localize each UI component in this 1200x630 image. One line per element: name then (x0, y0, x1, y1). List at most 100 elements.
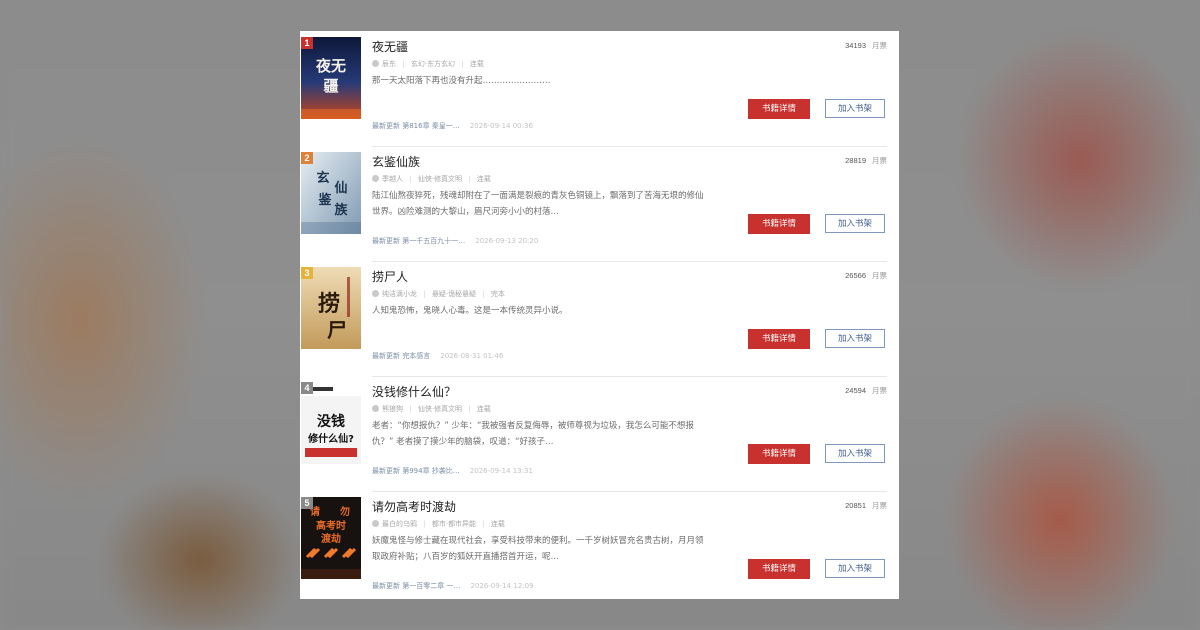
status-text: 连载 (469, 60, 484, 68)
latest-update: 最新更新 第一百零二章 一… 2026-09-14 12:09 (372, 581, 534, 591)
cover-title-text: 族 (334, 202, 348, 218)
book-row: 没钱 修什么仙? 4 没钱修什么仙？ 熊狼狗 | 仙侠·修真文明 | 连载 老者… (300, 376, 899, 492)
add-to-shelf-button[interactable]: 加入书架 (825, 559, 885, 578)
genre-tag[interactable]: 悬疑 (432, 290, 446, 298)
monthly-votes: 28819 月票 (845, 155, 887, 166)
author-icon (372, 520, 379, 527)
votes-unit: 月票 (872, 271, 887, 280)
votes-unit: 月票 (872, 501, 887, 510)
subgenre-tag[interactable]: 都市异能 (448, 520, 476, 528)
rank-badge: 2 (301, 152, 313, 164)
update-date: 2026-09-14 13:31 (469, 467, 533, 475)
cover-title-text: 夜无 (315, 57, 346, 75)
book-title[interactable]: 夜无疆 (372, 38, 408, 55)
book-cover[interactable]: 夜无 疆 (301, 37, 361, 119)
book-title[interactable]: 请勿高考时渡劫 (372, 498, 456, 515)
book-cover[interactable]: 玄 仙 鉴 族 (301, 152, 361, 234)
book-row: 捞 尸 3 捞尸人 纯洁滴小龙 | 悬疑·诡秘悬疑 | 完本 人知鬼恐怖，鬼晓人… (300, 261, 899, 377)
subgenre-tag[interactable]: 东方玄幻 (427, 60, 455, 68)
book-details-button[interactable]: 书籍详情 (748, 559, 810, 579)
monthly-votes: 34193 月票 (845, 40, 887, 51)
add-to-shelf-button[interactable]: 加入书架 (825, 99, 885, 118)
votes-count: 20851 (845, 501, 866, 510)
status-text: 连载 (476, 405, 491, 413)
book-details-button[interactable]: 书籍详情 (748, 214, 810, 234)
votes-unit: 月票 (872, 386, 887, 395)
latest-update: 最新更新 第一千五百九十一… 2026-09-13 20:20 (372, 236, 538, 246)
add-to-shelf-button[interactable]: 加入书架 (825, 214, 885, 233)
book-description: 陆江仙熬夜猝死，残魂却附在了一面满是裂痕的青灰色铜镜上，飘落到了苦海无垠的修仙世… (372, 191, 704, 217)
author-name[interactable]: 熊狼狗 (382, 405, 403, 413)
author-name[interactable]: 季越人 (382, 175, 403, 183)
book-row: 夜无 疆 1 夜无疆 辰东 | 玄幻·东方玄幻 | 连载 那一天太阳落下再也没有… (300, 31, 899, 147)
book-meta: 熊狼狗 | 仙侠·修真文明 | 连载 (372, 404, 491, 414)
book-cover[interactable]: 捞 尸 (301, 267, 361, 349)
cover-title-text: 勿 (339, 505, 350, 518)
latest-chapter-link[interactable]: 最新更新 第一百零二章 一… (372, 582, 460, 590)
author-icon (372, 290, 379, 297)
latest-update: 最新更新 完本感言 2026-08-31 01:46 (372, 351, 503, 361)
subgenre-tag[interactable]: 修真文明 (434, 175, 462, 183)
book-row: 玄 仙 鉴 族 2 玄鉴仙族 季越人 | 仙侠·修真文明 | 连载 陆江仙熬夜猝… (300, 146, 899, 262)
cover-title-text: 疆 (323, 77, 338, 95)
update-date: 2026-09-14 12:09 (470, 582, 534, 590)
add-to-shelf-button[interactable]: 加入书架 (825, 329, 885, 348)
author-icon (372, 405, 379, 412)
author-name[interactable]: 最白的乌鸦 (382, 520, 417, 528)
book-cover[interactable]: 请 勿 高考时 渡劫 (301, 497, 361, 579)
book-meta: 辰东 | 玄幻·东方玄幻 | 连载 (372, 59, 484, 69)
latest-update: 最新更新 第994章 抄袭比… 2026-09-14 13:31 (372, 466, 533, 476)
latest-chapter-link[interactable]: 最新更新 第994章 抄袭比… (372, 467, 460, 475)
book-title[interactable]: 捞尸人 (372, 268, 408, 285)
votes-count: 24594 (845, 386, 866, 395)
genre-tag[interactable]: 仙侠 (418, 175, 432, 183)
cover-title-text: 尸 (327, 318, 347, 342)
status-text: 连载 (490, 520, 505, 528)
cover-title-text: 修什么仙? (307, 432, 354, 445)
rank-badge: 1 (301, 37, 313, 49)
book-description: 妖魔鬼怪与修士藏在现代社会，享受科技带来的便利。一千岁树妖冒充名贵古树，月月领取… (372, 536, 704, 562)
cover-title-text: 高考时 (316, 519, 346, 532)
cover-title-text: 没钱 (317, 413, 345, 430)
monthly-votes: 24594 月票 (845, 385, 887, 396)
genre-tag[interactable]: 仙侠 (418, 405, 432, 413)
status-text: 连载 (476, 175, 491, 183)
author-icon (372, 60, 379, 67)
book-title[interactable]: 没钱修什么仙？ (372, 383, 456, 400)
latest-update: 最新更新 第816章 秦皇一… 2026-09-14 00:36 (372, 121, 533, 131)
monthly-votes: 20851 月票 (845, 500, 887, 511)
genre-tag[interactable]: 都市 (432, 520, 446, 528)
cover-title-text: 玄 (316, 170, 329, 186)
votes-count: 26566 (845, 271, 866, 280)
latest-chapter-link[interactable]: 最新更新 第816章 秦皇一… (372, 122, 460, 130)
author-name[interactable]: 辰东 (382, 60, 396, 68)
rank-badge: 3 (301, 267, 313, 279)
genre-tag[interactable]: 玄幻 (411, 60, 425, 68)
book-details-button[interactable]: 书籍详情 (748, 444, 810, 464)
update-date: 2026-09-13 20:20 (475, 237, 539, 245)
cover-title-text: 仙 (334, 180, 347, 196)
votes-count: 34193 (845, 41, 866, 50)
book-description: 老者：“你想报仇？” 少年：“我被强者反复侮辱，被师尊视为垃圾，我怎么可能不想报… (372, 421, 694, 447)
book-meta: 最白的乌鸦 | 都市·都市异能 | 连载 (372, 519, 505, 529)
book-description: 那一天太阳落下再也没有升起…………………… (372, 76, 551, 86)
votes-unit: 月票 (872, 156, 887, 165)
book-title[interactable]: 玄鉴仙族 (372, 153, 420, 170)
book-row: 请 勿 高考时 渡劫 5 请勿高考时渡劫 最白的乌鸦 | 都市·都市异能 | 连… (300, 491, 899, 607)
author-name[interactable]: 纯洁滴小龙 (382, 290, 417, 298)
cover-title-text: 渡劫 (321, 532, 341, 545)
add-to-shelf-button[interactable]: 加入书架 (825, 444, 885, 463)
book-meta: 纯洁滴小龙 | 悬疑·诡秘悬疑 | 完本 (372, 289, 505, 299)
book-details-button[interactable]: 书籍详情 (748, 329, 810, 349)
rank-badge: 5 (301, 497, 313, 509)
update-date: 2026-08-31 01:46 (440, 352, 504, 360)
latest-chapter-link[interactable]: 最新更新 第一千五百九十一… (372, 237, 465, 245)
update-date: 2026-09-14 00:36 (469, 122, 533, 130)
cover-title-text: 捞 (318, 291, 340, 317)
book-details-button[interactable]: 书籍详情 (748, 99, 810, 119)
subgenre-tag[interactable]: 诡秘悬疑 (448, 290, 476, 298)
book-cover[interactable]: 没钱 修什么仙? (301, 382, 361, 464)
latest-chapter-link[interactable]: 最新更新 完本感言 (372, 352, 430, 360)
subgenre-tag[interactable]: 修真文明 (434, 405, 462, 413)
cover-title-text: 鉴 (317, 192, 332, 208)
